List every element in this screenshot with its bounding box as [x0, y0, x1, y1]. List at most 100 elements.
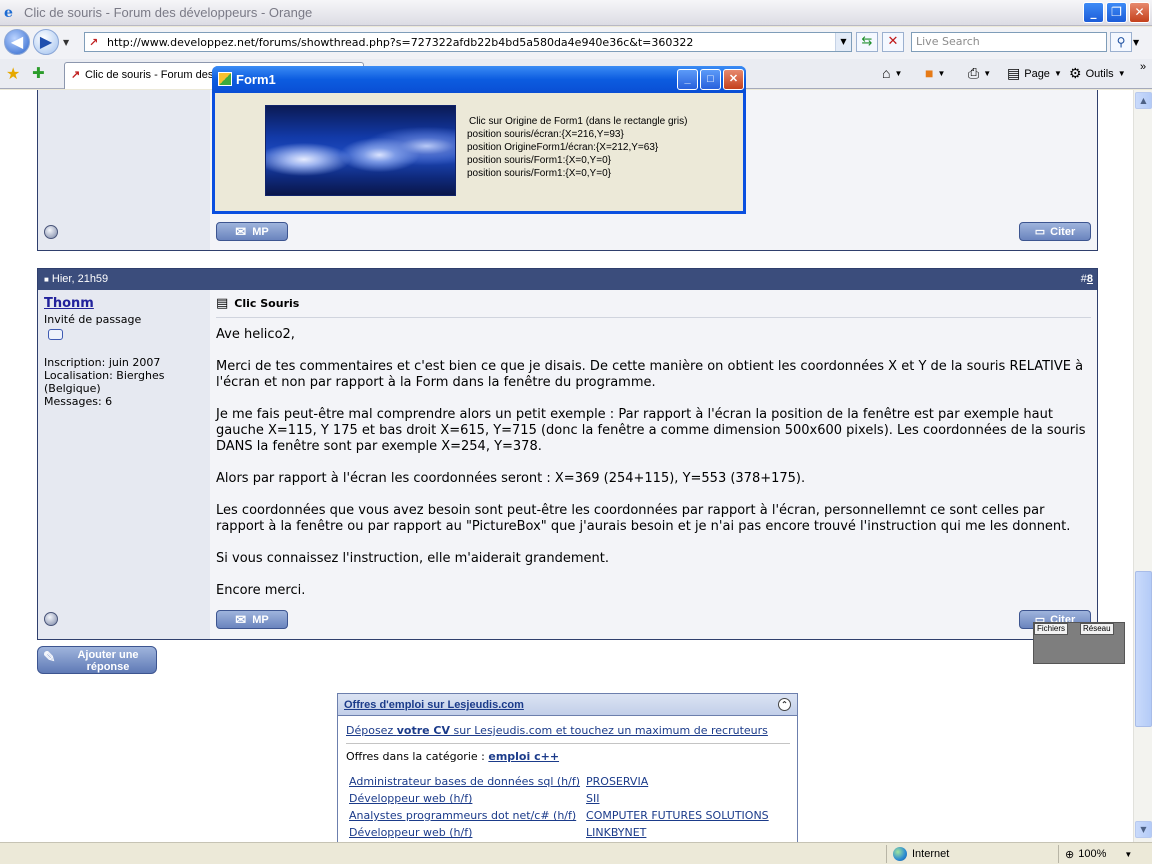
page-dropdown-icon: ▼ — [1053, 69, 1062, 78]
close-button[interactable]: ✕ — [1129, 2, 1150, 23]
tools-menu[interactable]: ⚙ Outils ▼ — [1069, 65, 1126, 82]
back-button[interactable]: ◀ — [4, 29, 30, 55]
post-paragraph: Les coordonnées que vous avez besoin son… — [216, 503, 1071, 534]
category-line: Offres dans la catégorie : emploi c++ — [346, 750, 560, 763]
url-dropdown-icon[interactable]: ▼ — [835, 33, 851, 51]
stop-icon: ✕ — [887, 34, 899, 49]
add-reply-button[interactable]: ✎ Ajouter une réponse — [37, 646, 157, 674]
ie-logo-icon: e — [4, 4, 13, 21]
rss-icon: ■ — [925, 65, 934, 81]
url-input[interactable]: ↗ http://www.developpez.net/forums/showt… — [84, 32, 852, 52]
back-arrow-icon: ◀ — [10, 32, 24, 51]
form1-line: position souris/Form1:{X=0,Y=0} — [467, 168, 611, 179]
scroll-thumb[interactable] — [1135, 571, 1152, 727]
page-menu-label: Page — [1024, 67, 1050, 80]
forward-button[interactable]: ▶ — [33, 29, 59, 55]
cv-link[interactable]: Déposez votre CV sur Lesjeudis.com et to… — [346, 724, 790, 744]
printer-icon: ⎙ — [968, 65, 980, 81]
minimize-button[interactable]: _ — [1083, 2, 1104, 23]
document-icon: ▤ — [216, 296, 229, 311]
toolbar-overflow-icon[interactable]: » — [1140, 61, 1146, 73]
form1-window: Form1 _ □ ✕ Clic sur Origine de Form1 (d… — [212, 66, 746, 214]
form1-maximize-button[interactable]: □ — [700, 69, 721, 90]
quote-button[interactable]: ▭ Citer — [1019, 222, 1091, 241]
job-title-link[interactable]: Développeur web (h/f) — [346, 792, 583, 809]
user-info: Inscription: juin 2007 Localisation: Bie… — [44, 356, 204, 408]
post-icon: ■ — [44, 275, 49, 284]
reply-label-line1: Ajouter une — [77, 649, 139, 661]
picture-box[interactable] — [265, 105, 456, 196]
history-dropdown-icon[interactable]: ▼ — [63, 38, 69, 47]
post-paragraph: Si vous connaissez l'instruction, elle m… — [216, 551, 610, 566]
zoom-control[interactable]: ⊕ 100% ▼ — [1058, 845, 1132, 863]
user-title: Invité de passage — [44, 313, 142, 326]
refresh-icon: ⇆ — [861, 34, 873, 49]
job-company-link[interactable]: SII — [583, 792, 772, 809]
post-body-column: ▤ Clic Souris Ave helico2, Merci de tes … — [210, 290, 1097, 639]
user-inscription: Inscription: juin 2007 — [44, 356, 161, 369]
home-button[interactable]: ⌂ ▼ — [882, 65, 902, 81]
page-favicon-icon: ↗ — [89, 35, 99, 49]
post-paragraph: Merci de tes commentaires et c'est bien … — [216, 359, 1084, 390]
status-bar: Internet ⊕ 100% ▼ — [0, 842, 1152, 864]
search-input[interactable]: Live Search — [911, 32, 1107, 52]
job-company-link[interactable]: COMPUTER FUTURES SOLUTIONS — [583, 809, 772, 826]
post-user-column: Thonm Invité de passage Inscription: jui… — [38, 290, 210, 639]
address-bar-row: ◀ ▶ ▼ ↗ http://www.developpez.net/forums… — [0, 27, 1152, 59]
post-paragraph: Je me fais peut-être mal comprendre alor… — [216, 407, 1086, 454]
files-tab[interactable]: Fichiers — [1034, 623, 1069, 635]
favorites-star-icon[interactable]: ★ — [6, 64, 20, 83]
quote-label: Citer — [1050, 225, 1076, 238]
post-paragraph: Encore merci. — [216, 583, 306, 598]
tab-favicon-icon: ↗ — [71, 69, 81, 81]
gear-icon: ⚙ — [1069, 65, 1082, 81]
page-menu[interactable]: ▤ Page ▼ — [1007, 65, 1062, 82]
user-messages: Messages: 6 — [44, 395, 113, 408]
network-widget: Fichiers Réseau — [1033, 622, 1125, 664]
username-link[interactable]: Thonm — [44, 296, 204, 311]
scroll-down-arrow-icon[interactable]: ▼ — [1135, 821, 1152, 838]
add-favorite-icon[interactable]: ✚ — [32, 64, 45, 82]
mp-button[interactable]: ✉ MP — [216, 222, 288, 241]
post-8: ■ Hier, 21h59 #8 Thonm Invité de passage… — [37, 268, 1098, 640]
feeds-button[interactable]: ■ ▼ — [925, 65, 945, 81]
mp-button[interactable]: ✉ MP — [216, 610, 288, 629]
job-title-link[interactable]: Administrateur bases de données sql (h/f… — [346, 775, 583, 792]
print-button[interactable]: ⎙ ▼ — [968, 65, 991, 82]
form1-line: position OrigineForm1/écran:{X=212,Y=63} — [467, 142, 659, 153]
job-company-link[interactable]: LINKBYNET — [583, 826, 772, 842]
form1-line: position souris/écran:{X=216,Y=93} — [467, 129, 624, 140]
scroll-up-arrow-icon[interactable]: ▲ — [1135, 92, 1152, 109]
offline-status-icon — [44, 612, 58, 626]
user-location: Localisation: Bierghes (Belgique) — [44, 369, 165, 395]
reply-label-line2: réponse — [86, 661, 130, 673]
network-tab[interactable]: Réseau — [1080, 623, 1114, 635]
jobs-box: Offres d'emploi sur Lesjeudis.com ⌃ Dépo… — [337, 693, 798, 842]
job-title-link[interactable]: Analystes programmeurs dot net/c# (h/f) — [346, 809, 583, 826]
form1-close-button[interactable]: ✕ — [723, 69, 744, 90]
url-text: http://www.developpez.net/forums/showthr… — [107, 35, 694, 49]
page-icon: ▤ — [1007, 65, 1021, 81]
refresh-button[interactable]: ⇆ — [856, 32, 878, 52]
table-row: Développeur web (h/f) LINKBYNET — [346, 826, 772, 842]
maximize-button[interactable]: ❐ — [1106, 2, 1127, 23]
post-number-link[interactable]: #8 — [1081, 273, 1093, 285]
form1-titlebar[interactable]: Form1 _ □ ✕ — [212, 66, 746, 93]
stop-button[interactable]: ✕ — [882, 32, 904, 52]
search-dropdown-icon[interactable]: ▼ — [1133, 38, 1139, 47]
search-icon: ⚲ — [1116, 35, 1126, 49]
form1-line: Clic sur Origine de Form1 (dans le recta… — [469, 116, 688, 127]
form1-minimize-button[interactable]: _ — [677, 69, 698, 90]
vertical-scrollbar[interactable]: ▲ ▼ — [1133, 90, 1152, 842]
tools-dropdown-icon: ▼ — [1117, 69, 1126, 78]
print-dropdown-icon: ▼ — [983, 69, 992, 78]
search-button[interactable]: ⚲ — [1110, 32, 1132, 52]
category-link[interactable]: emploi c++ — [488, 750, 559, 763]
form-app-icon — [218, 72, 232, 86]
jobs-header-link[interactable]: Offres d'emploi sur Lesjeudis.com ⌃ — [338, 694, 797, 716]
collapse-icon[interactable]: ⌃ — [778, 698, 791, 711]
job-company-link[interactable]: PROSERVIA — [583, 775, 772, 792]
zone-label: Internet — [912, 848, 950, 860]
job-title-link[interactable]: Développeur web (h/f) — [346, 826, 583, 842]
globe-icon — [893, 847, 907, 861]
